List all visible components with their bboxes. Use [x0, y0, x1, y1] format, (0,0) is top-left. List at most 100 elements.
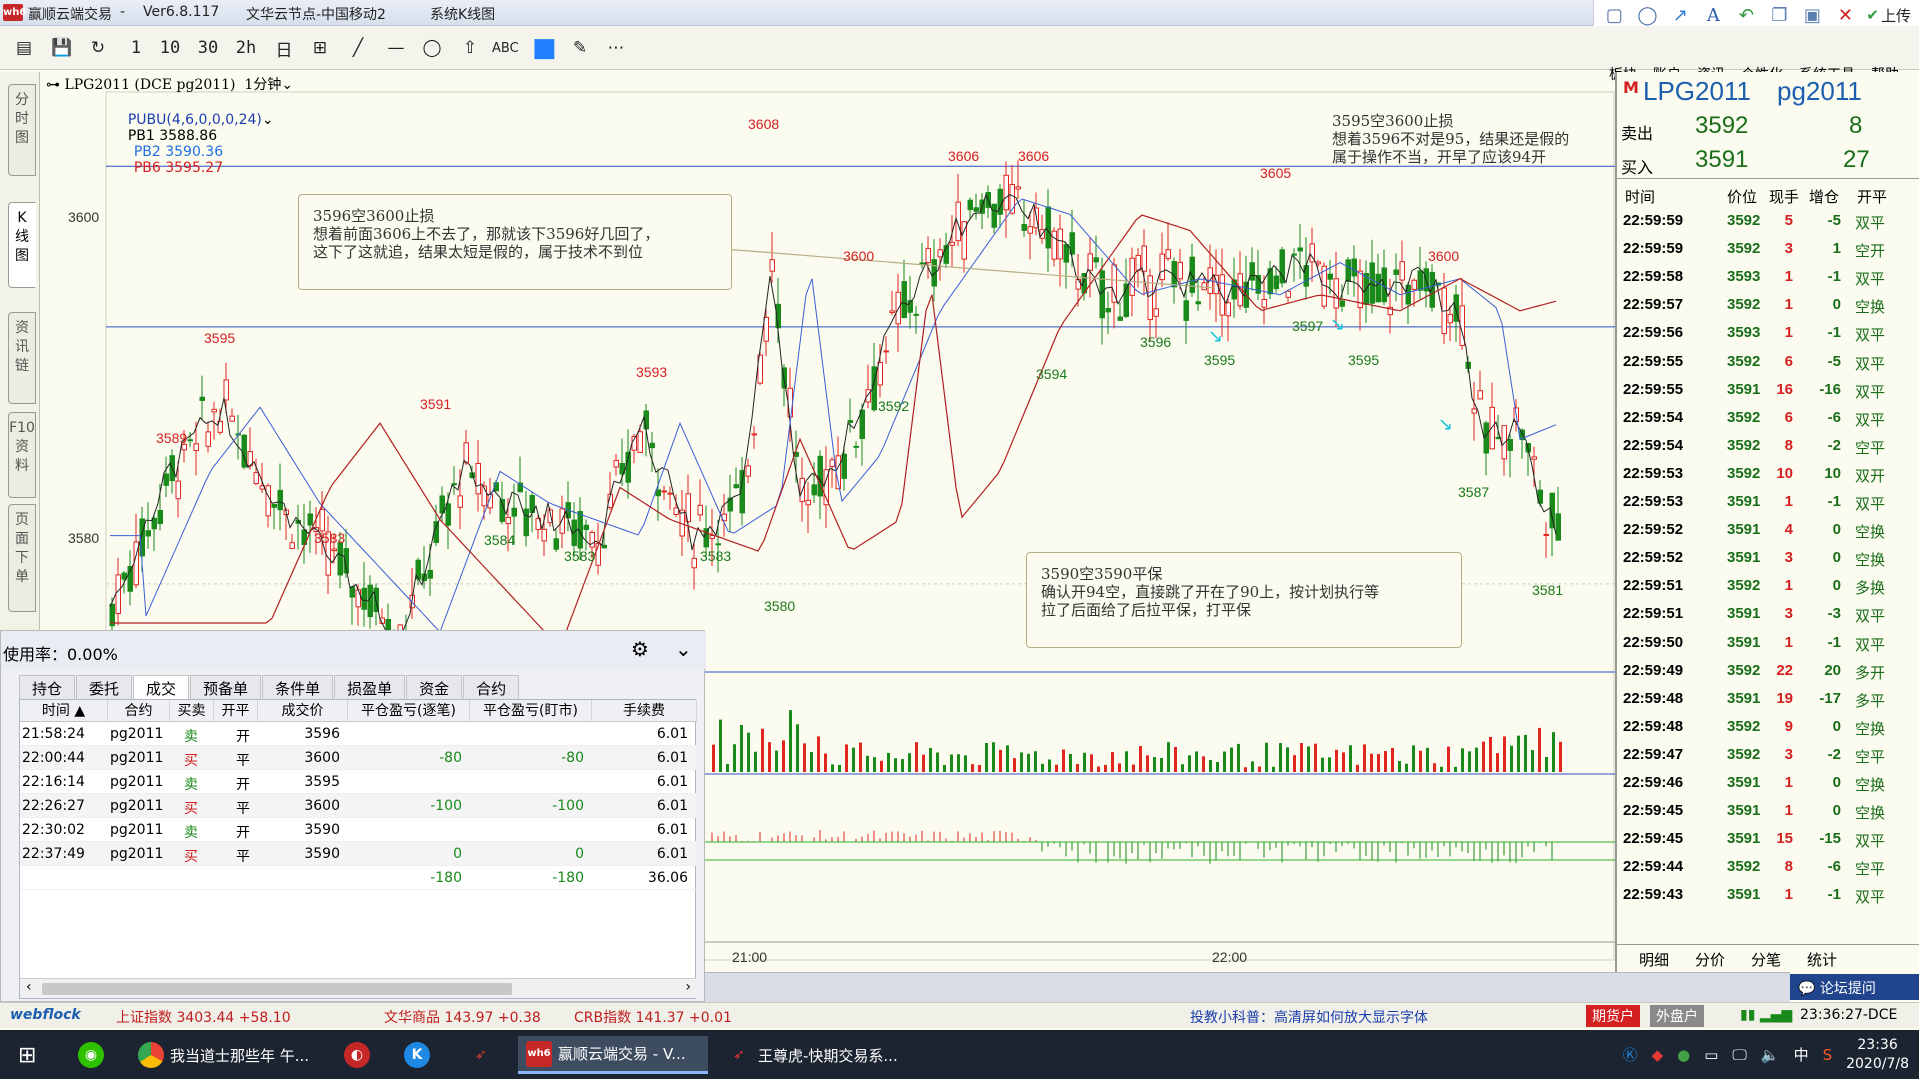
- taskbar-app-arrow[interactable]: ➶: [460, 1036, 502, 1074]
- bid-price[interactable]: 3591: [1695, 146, 1748, 174]
- period-30m-button[interactable]: 30: [196, 35, 220, 61]
- line-tool-icon[interactable]: ╱: [346, 35, 370, 61]
- tick-time: 22:59:55: [1623, 352, 1684, 370]
- tab-price-dist[interactable]: 分价: [1695, 949, 1725, 970]
- col-pnl-mtm[interactable]: 平仓盈亏(盯市): [470, 700, 592, 722]
- arrow-up-icon[interactable]: ⇧: [458, 35, 482, 61]
- copy-icon[interactable]: ❐: [1767, 3, 1791, 27]
- taskbar-app-k[interactable]: K: [396, 1036, 438, 1074]
- layout-icon[interactable]: ⊞: [308, 35, 332, 61]
- total-row[interactable]: -180 -180 36.06: [20, 866, 697, 890]
- start-button[interactable]: ⊞: [10, 1036, 44, 1074]
- ask-price[interactable]: 3592: [1695, 112, 1748, 140]
- tab-f10[interactable]: F10 资 料: [8, 412, 36, 498]
- index-ticker-3[interactable]: CRB指数 141.37 +0.01: [574, 1007, 732, 1027]
- hline-tool-icon[interactable]: —: [384, 35, 408, 61]
- table-row[interactable]: 22:26:27 pg2011 买 平 3600 -100 -100 6.01: [20, 794, 697, 818]
- taskbar-kuaiqi[interactable]: ➶ 王尊虎-快期交易系...: [718, 1036, 908, 1074]
- text-tool-button[interactable]: ABC: [492, 35, 519, 61]
- save-icon[interactable]: ▣: [1800, 3, 1824, 27]
- chart-scroll-area[interactable]: [705, 972, 1790, 1002]
- battery-icon[interactable]: ▭: [1704, 1046, 1718, 1064]
- fills-table[interactable]: 时间 ▲ 合约 买卖 开平 成交价 平仓盈亏(逐笔) 平仓盈亏(盯市) 手续费 …: [19, 699, 697, 999]
- period-day-button[interactable]: 日: [272, 35, 296, 61]
- taskbar-wh6[interactable]: wh6 赢顺云端交易 - V...: [518, 1036, 708, 1074]
- clock[interactable]: 23:36 2020/7/8: [1846, 1036, 1909, 1074]
- volume-icon[interactable]: 🔈: [1761, 1046, 1780, 1064]
- col-side[interactable]: 买卖: [170, 700, 214, 722]
- foreign-account-button[interactable]: 外盘户: [1650, 1005, 1704, 1027]
- tab-ticks[interactable]: 分笔: [1751, 949, 1781, 970]
- col-contract[interactable]: 合约: [108, 700, 170, 722]
- tab-news-chain[interactable]: 资 讯 链: [8, 312, 36, 404]
- col-pnl-trade[interactable]: 平仓盈亏(逐笔): [348, 700, 470, 722]
- annotation-trade-2[interactable]: 3595空3600止损 想着3596不对是95，结果还是假的 属于操作不当，开早…: [1332, 112, 1632, 166]
- color-picker-icon[interactable]: ■: [532, 33, 557, 63]
- col-time[interactable]: 时间 ▲: [20, 700, 108, 722]
- arrow-icon[interactable]: ↗: [1668, 3, 1692, 27]
- taskbar-app-red[interactable]: ◐: [336, 1036, 378, 1074]
- upload-icon[interactable]: ✔ 上传: [1866, 3, 1911, 27]
- taskbar-wechat[interactable]: ◉: [70, 1036, 112, 1074]
- tab-fills[interactable]: 成交: [133, 675, 190, 699]
- index-ticker-1[interactable]: 上证指数 3403.44 +58.10: [116, 1007, 291, 1027]
- period-1m-button[interactable]: 1: [124, 35, 148, 61]
- collapse-icon[interactable]: ⌄: [675, 637, 692, 661]
- period-10m-button[interactable]: 10: [158, 35, 182, 61]
- close-icon[interactable]: ✕: [1833, 3, 1857, 27]
- candle-body: [1285, 290, 1291, 298]
- annotation-trade-3[interactable]: 3590空3590平保 确认开94空，直接跳了开在了90上，按计划执行等 拉了后…: [1026, 552, 1462, 648]
- tab-detail[interactable]: 明细: [1639, 949, 1669, 970]
- col-offset[interactable]: 开平: [214, 700, 258, 722]
- volume-bar: [887, 752, 890, 772]
- scroll-right-icon[interactable]: ›: [685, 979, 691, 995]
- more-icon[interactable]: ⋯: [604, 35, 628, 61]
- scroll-left-icon[interactable]: ‹: [26, 979, 32, 995]
- network-icon[interactable]: 🖵: [1732, 1046, 1746, 1064]
- k-tray-icon[interactable]: Ⓚ: [1623, 1044, 1638, 1065]
- tab-stats[interactable]: 统计: [1807, 949, 1837, 970]
- tab-kline[interactable]: K 线 图: [8, 202, 36, 288]
- wh6-tray-icon[interactable]: ◆: [1652, 1046, 1664, 1064]
- period-2h-button[interactable]: 2h: [234, 35, 258, 61]
- table-row[interactable]: 22:30:02 pg2011 卖 开 3590 6.01: [20, 818, 697, 842]
- eraser-icon[interactable]: ✎: [568, 35, 592, 61]
- tab-positions[interactable]: 持仓: [19, 675, 76, 699]
- futures-account-button[interactable]: 期货户: [1586, 1005, 1640, 1027]
- app-tray-icon[interactable]: ●: [1677, 1046, 1690, 1064]
- tip-link[interactable]: 投教小科普：高清屏如何放大显示字体: [1190, 1007, 1428, 1027]
- horizontal-scrollbar[interactable]: ‹ ›: [20, 978, 697, 998]
- tab-funds[interactable]: 资金: [406, 675, 463, 699]
- sogou-icon[interactable]: S: [1823, 1046, 1833, 1064]
- tab-contracts[interactable]: 合约: [463, 675, 520, 699]
- tab-order-page[interactable]: 页 面 下 单: [8, 504, 36, 612]
- table-row[interactable]: 21:58:24 pg2011 卖 开 3596 6.01: [20, 722, 697, 746]
- taskbar-chrome[interactable]: 我当道士那些年 午...: [130, 1036, 320, 1074]
- ellipse-tool-icon[interactable]: ◯: [420, 35, 444, 61]
- circle-icon[interactable]: ◯: [1635, 3, 1659, 27]
- tab-stop-profit[interactable]: 损盈单: [334, 675, 406, 699]
- table-row[interactable]: 22:16:14 pg2011 卖 开 3595 6.01: [20, 770, 697, 794]
- annotation-trade-1[interactable]: 3596空3600止损 想着前面3606上不去了，那就该下3596好几回了， 这…: [298, 194, 732, 290]
- col-fee[interactable]: 手续费: [592, 700, 697, 722]
- refresh-icon[interactable]: ↻: [86, 35, 110, 61]
- tab-timeshare[interactable]: 分 时 图: [8, 84, 36, 176]
- chart-symbol-header[interactable]: ⊶ LPG2011 (DCE pg2011) 1分钟⌄: [46, 74, 293, 94]
- tab-orders[interactable]: 委托: [76, 675, 133, 699]
- tab-conditional[interactable]: 条件单: [262, 675, 334, 699]
- forum-button[interactable]: 💬 论坛提问: [1790, 974, 1919, 1000]
- undo-icon[interactable]: ↶: [1734, 3, 1758, 27]
- table-row[interactable]: 22:00:44 pg2011 买 平 3600 -80 -80 6.01: [20, 746, 697, 770]
- gear-icon[interactable]: ⚙: [631, 637, 649, 661]
- save-icon[interactable]: 💾: [50, 35, 74, 61]
- square-icon[interactable]: ▢: [1602, 3, 1626, 27]
- indicator-header[interactable]: PUBU(4,6,0,0,0,24)⌄ PB1 3588.86 PB2 3590…: [110, 96, 278, 192]
- col-price[interactable]: 成交价: [258, 700, 348, 722]
- tab-preorders[interactable]: 预备单: [190, 675, 262, 699]
- text-icon[interactable]: A: [1701, 3, 1725, 27]
- index-ticker-2[interactable]: 文华商品 143.97 +0.38: [384, 1007, 541, 1027]
- table-row[interactable]: 22:37:49 pg2011 买 平 3590 0 0 6.01: [20, 842, 697, 866]
- order-icon[interactable]: ▤: [12, 35, 36, 61]
- scroll-thumb[interactable]: [42, 983, 512, 995]
- ime-indicator[interactable]: 中: [1794, 1044, 1809, 1065]
